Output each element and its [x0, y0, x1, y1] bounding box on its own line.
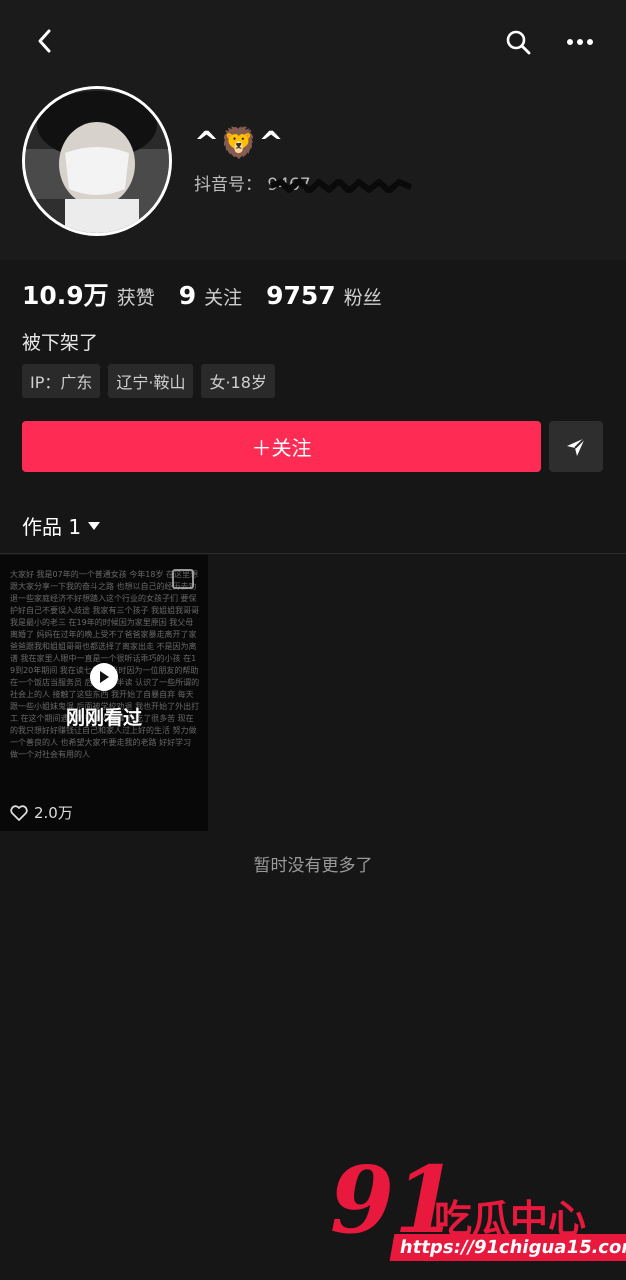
stat-value: 10.9万	[22, 281, 109, 310]
search-icon	[506, 30, 531, 55]
stat-likes[interactable]: 10.9万 获赞	[22, 276, 155, 312]
more-button[interactable]	[560, 22, 600, 62]
no-more-content-text: 暂时没有更多了	[253, 856, 373, 876]
stat-label: 获赞	[116, 287, 155, 309]
video-thumbnail[interactable]: 大家好 我是07年的一个普通女孩 今年18岁 在这里想跟大家分享一下我的奋斗之路…	[0, 555, 208, 831]
send-icon	[567, 436, 586, 456]
tab-works-label: 作品 1	[22, 515, 82, 539]
video-likes-count: 2.0万	[34, 804, 73, 822]
nickname: ^🦁^	[194, 126, 285, 161]
redaction-scribble	[270, 179, 413, 193]
multi-image-icon	[172, 569, 194, 589]
back-arrow-icon	[38, 29, 51, 53]
avatar[interactable]	[22, 86, 172, 236]
play-icon	[90, 663, 118, 691]
douyin-id-label: 抖音号：	[194, 175, 262, 195]
tag-gender-age: 女·18岁	[201, 364, 275, 398]
profile-tags: IP：广东 辽宁·鞍山 女·18岁	[22, 364, 275, 398]
follow-button[interactable]: ＋关注	[22, 421, 541, 472]
bio: 被下架了	[22, 332, 99, 354]
back-button[interactable]	[26, 22, 64, 60]
tag-location: 辽宁·鞍山	[108, 364, 194, 398]
recently-viewed-label: 刚刚看过	[65, 707, 142, 729]
send-message-button[interactable]	[549, 421, 603, 472]
tab-divider	[0, 553, 626, 554]
tab-works[interactable]: 作品 1	[22, 511, 101, 540]
stat-followers[interactable]: 9757 粉丝	[266, 281, 382, 310]
search-button[interactable]	[498, 22, 538, 62]
stat-label: 粉丝	[343, 287, 382, 309]
watermark-url: https://91chigua15.com	[389, 1234, 626, 1261]
avatar-photo	[25, 89, 169, 233]
video-likes: 2.0万	[10, 802, 73, 823]
tag-ip: IP：广东	[22, 364, 101, 398]
stats-bar: 10.9万 获赞 9 关注 9757 粉丝	[22, 276, 382, 312]
stat-value: 9757	[266, 281, 336, 310]
watermark-logo: 91 吃瓜中心 https://91chigua15.com	[330, 1154, 626, 1280]
stat-label: 关注	[204, 287, 243, 309]
more-dots-icon	[567, 39, 593, 45]
stat-following[interactable]: 9 关注	[179, 281, 242, 310]
douyin-id: 抖音号： 9467	[194, 170, 413, 195]
caret-down-icon	[88, 521, 101, 530]
stat-value: 9	[178, 281, 197, 310]
heart-icon	[10, 804, 28, 821]
douyin-id-value: 9467	[267, 175, 413, 195]
video-overlay	[0, 555, 208, 831]
